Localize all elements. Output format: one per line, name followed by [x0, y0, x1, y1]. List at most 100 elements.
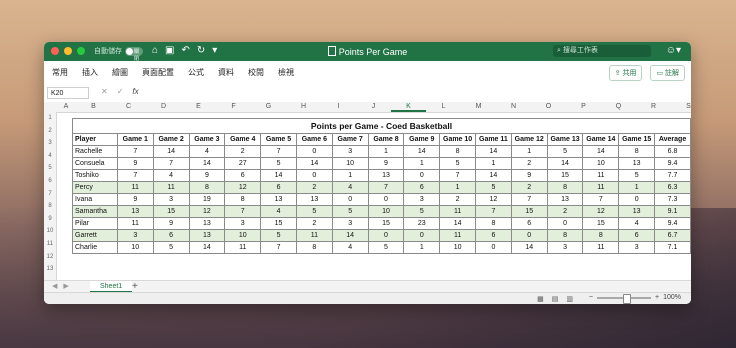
score-cell[interactable]: 19	[188, 193, 226, 206]
row-header[interactable]: 13	[44, 266, 56, 272]
score-cell[interactable]: 13	[367, 169, 405, 182]
score-cell[interactable]: 0	[367, 193, 405, 206]
row-header[interactable]: 10	[44, 228, 56, 234]
score-cell[interactable]: 6	[510, 217, 548, 230]
score-cell[interactable]: 9	[152, 217, 190, 230]
column-title[interactable]: Average	[654, 133, 691, 146]
score-cell[interactable]: 7	[510, 193, 548, 206]
score-cell[interactable]: 11	[439, 229, 476, 242]
score-cell[interactable]: 14	[475, 169, 512, 182]
score-cell[interactable]: 6.3	[654, 181, 691, 194]
column-header[interactable]: G	[251, 102, 286, 112]
score-cell[interactable]: 11	[582, 241, 620, 254]
column-header[interactable]: E	[181, 102, 216, 112]
score-cell[interactable]: 5	[439, 157, 476, 170]
normal-view-icon[interactable]: ▦	[537, 295, 544, 303]
score-cell[interactable]: 0	[618, 193, 656, 206]
score-cell[interactable]: 1	[367, 145, 405, 158]
score-cell[interactable]: 15	[546, 169, 584, 182]
score-cell[interactable]: 0	[546, 217, 584, 230]
score-cell[interactable]: 15	[582, 217, 620, 230]
score-cell[interactable]: 13	[188, 229, 226, 242]
score-cell[interactable]: 8	[618, 145, 656, 158]
score-cell[interactable]: 10	[439, 241, 476, 254]
score-cell[interactable]: 9.1	[654, 205, 691, 218]
column-header[interactable]: F	[216, 102, 251, 112]
score-cell[interactable]: 10	[224, 229, 262, 242]
column-title[interactable]: Game 2	[152, 133, 190, 146]
column-header[interactable]: D	[146, 102, 181, 112]
ribbon-tab[interactable]: 頁面配置	[142, 67, 174, 78]
column-title[interactable]: Game 10	[439, 133, 476, 146]
cancel-icon[interactable]: ✕	[101, 87, 108, 96]
player-cell[interactable]: Ivana	[72, 193, 118, 206]
row-header[interactable]: 3	[44, 140, 56, 146]
ribbon-tab[interactable]: 校閱	[248, 67, 264, 78]
score-cell[interactable]: 13	[188, 217, 226, 230]
score-cell[interactable]: 15	[367, 217, 405, 230]
column-title[interactable]: Game 9	[403, 133, 441, 146]
score-cell[interactable]: 0	[295, 169, 333, 182]
score-cell[interactable]: 15	[260, 217, 297, 230]
score-cell[interactable]: 0	[403, 229, 441, 242]
score-cell[interactable]: 13	[618, 157, 656, 170]
score-cell[interactable]: 12	[582, 205, 620, 218]
score-cell[interactable]: 5	[546, 145, 584, 158]
column-title[interactable]: Game 3	[188, 133, 226, 146]
score-cell[interactable]: 10	[331, 157, 369, 170]
score-cell[interactable]: 4	[331, 241, 369, 254]
score-cell[interactable]: 5	[295, 205, 333, 218]
score-cell[interactable]: 5	[475, 181, 512, 194]
score-cell[interactable]: 5	[152, 241, 190, 254]
column-header[interactable]: O	[531, 102, 566, 112]
player-cell[interactable]: Percy	[72, 181, 118, 194]
score-cell[interactable]: 0	[475, 241, 512, 254]
score-cell[interactable]: 5	[403, 205, 441, 218]
score-cell[interactable]: 3	[224, 217, 262, 230]
score-cell[interactable]: 1	[439, 181, 476, 194]
score-cell[interactable]: 2	[510, 181, 548, 194]
score-cell[interactable]: 15	[152, 205, 190, 218]
column-header[interactable]: S	[671, 102, 691, 112]
score-cell[interactable]: 14	[260, 169, 297, 182]
column-title[interactable]: Game 8	[367, 133, 405, 146]
score-cell[interactable]: 11	[116, 217, 154, 230]
score-cell[interactable]: 9.4	[654, 157, 691, 170]
score-cell[interactable]: 8	[582, 229, 620, 242]
score-cell[interactable]: 2	[510, 157, 548, 170]
score-cell[interactable]: 4	[618, 217, 656, 230]
row-header[interactable]: 7	[44, 191, 56, 197]
row-header[interactable]: 6	[44, 178, 56, 184]
score-cell[interactable]: 7	[260, 241, 297, 254]
score-cell[interactable]: 11	[116, 181, 154, 194]
score-cell[interactable]: 0	[403, 169, 441, 182]
feedback-icon[interactable]: ☺▾	[666, 45, 681, 56]
score-cell[interactable]: 23	[403, 217, 441, 230]
ribbon-tab[interactable]: 資料	[218, 67, 234, 78]
zoom-in-icon[interactable]: +	[655, 294, 659, 301]
column-header[interactable]: M	[461, 102, 496, 112]
score-cell[interactable]: 7	[260, 145, 297, 158]
score-cell[interactable]: 11	[582, 181, 620, 194]
score-cell[interactable]: 1	[618, 181, 656, 194]
score-cell[interactable]: 3	[403, 193, 441, 206]
player-cell[interactable]: Charlie	[72, 241, 118, 254]
score-cell[interactable]: 3	[618, 241, 656, 254]
row-header[interactable]: 9	[44, 216, 56, 222]
score-cell[interactable]: 6	[260, 181, 297, 194]
score-cell[interactable]: 8	[546, 181, 584, 194]
score-cell[interactable]: 13	[116, 205, 154, 218]
ribbon-tab[interactable]: 公式	[188, 67, 204, 78]
score-cell[interactable]: 9	[510, 169, 548, 182]
score-cell[interactable]: 8	[546, 229, 584, 242]
score-cell[interactable]: 7	[367, 181, 405, 194]
score-cell[interactable]: 11	[152, 181, 190, 194]
score-cell[interactable]: 14	[403, 145, 441, 158]
page-break-icon[interactable]: ▥	[566, 295, 573, 303]
score-cell[interactable]: 1	[403, 241, 441, 254]
zoom-slider-thumb[interactable]	[623, 293, 631, 304]
row-header[interactable]: 5	[44, 165, 56, 171]
score-cell[interactable]: 13	[295, 193, 333, 206]
row-header[interactable]: 4	[44, 153, 56, 159]
score-cell[interactable]: 11	[295, 229, 333, 242]
